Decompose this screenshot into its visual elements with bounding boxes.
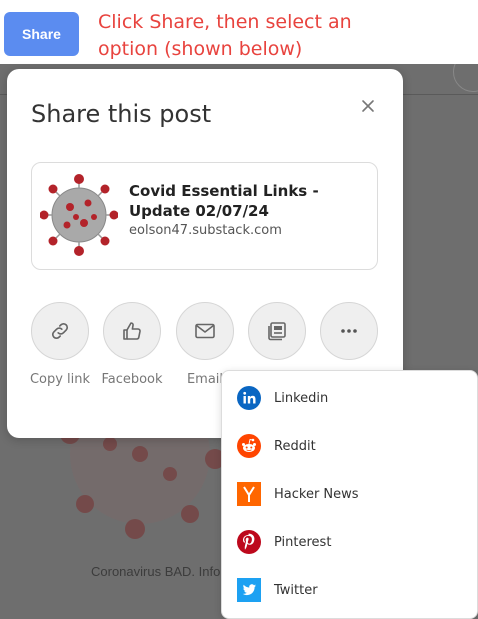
notes-button[interactable] <box>248 302 306 360</box>
dialog-title: Share this post <box>31 100 212 128</box>
twitter-icon <box>237 578 261 602</box>
notes-icon <box>268 322 286 341</box>
menu-item-label: Linkedin <box>274 390 329 406</box>
menu-item-twitter[interactable]: Twitter <box>222 568 477 612</box>
email-label: Email <box>186 372 224 387</box>
close-button[interactable] <box>356 94 380 118</box>
instruction-text: Click Share, then select an option (show… <box>98 11 352 60</box>
reddit-icon <box>237 434 261 458</box>
link-icon <box>51 322 69 340</box>
more-icon <box>341 329 357 333</box>
notes-option[interactable] <box>248 302 308 360</box>
close-icon <box>362 100 374 112</box>
backdrop-avatar <box>453 64 478 92</box>
backdrop-image-caption: Coronavirus BAD. Info <box>91 564 221 579</box>
post-thumbnail <box>40 171 118 259</box>
copy-link-label: Copy link <box>29 372 91 387</box>
email-option[interactable]: Email <box>176 302 236 387</box>
menu-item-linkedin[interactable]: Linkedin <box>222 376 477 420</box>
facebook-option[interactable]: Facebook <box>101 302 163 387</box>
more-options[interactable] <box>320 302 380 360</box>
menu-item-reddit[interactable]: Reddit <box>222 424 477 468</box>
linkedin-icon <box>237 386 261 410</box>
post-domain: eolson47.substack.com <box>129 223 282 238</box>
email-button[interactable] <box>176 302 234 360</box>
instruction-strip: Share Click Share, then select an option… <box>0 0 478 64</box>
copy-link-option[interactable]: Copy link <box>30 302 91 387</box>
post-title: Covid Essential Links - Update 02/07/24 <box>129 182 319 220</box>
thumbs-up-icon <box>123 322 141 340</box>
menu-item-hacker-news[interactable]: Hacker News <box>222 472 477 516</box>
copy-link-button[interactable] <box>31 302 89 360</box>
more-share-menu: Linkedin Reddit Hacker News Pinterest Tw… <box>221 370 478 619</box>
menu-item-pinterest[interactable]: Pinterest <box>222 520 477 564</box>
menu-item-label: Reddit <box>274 438 316 454</box>
facebook-label: Facebook <box>101 372 163 387</box>
facebook-button[interactable] <box>103 302 161 360</box>
share-button[interactable]: Share <box>4 12 79 56</box>
menu-item-label: Hacker News <box>274 486 359 502</box>
pinterest-icon <box>237 530 261 554</box>
menu-item-label: Pinterest <box>274 534 332 550</box>
menu-item-label: Twitter <box>274 582 318 598</box>
hacker-news-icon <box>237 482 261 506</box>
more-button[interactable] <box>320 302 378 360</box>
envelope-icon <box>195 323 215 339</box>
post-preview-card[interactable]: Covid Essential Links - Update 02/07/24 … <box>31 162 378 270</box>
